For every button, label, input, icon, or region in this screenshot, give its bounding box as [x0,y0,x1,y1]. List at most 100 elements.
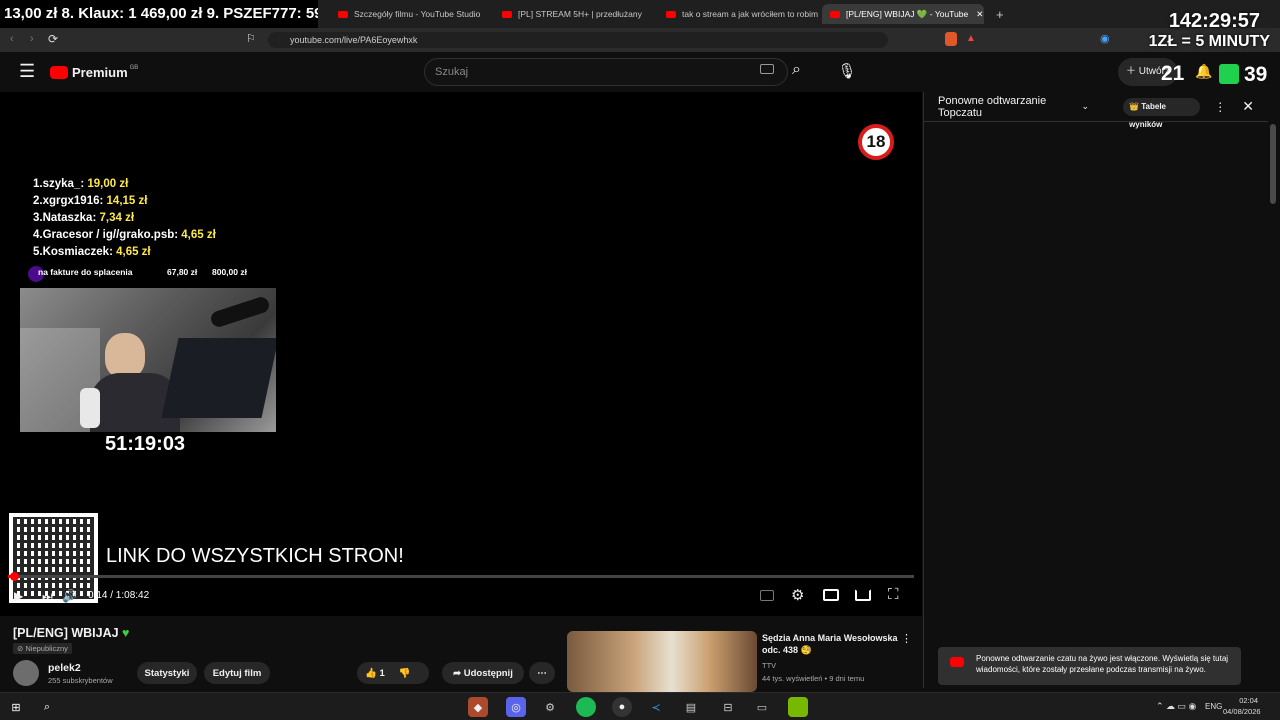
youtube-play-icon [50,66,68,79]
links-banner: LINK DO WSZYSTKICH STRON! [106,545,404,567]
progress-bar[interactable] [8,575,914,578]
tab-stream-2[interactable]: tak o stream a jak wróciłem to robim [658,4,818,24]
brave-shield-icon[interactable] [945,32,957,46]
spotify-icon[interactable] [576,697,596,717]
chat-scrollbar[interactable] [1270,124,1276,204]
brave-icon[interactable]: ◆ [468,697,488,717]
search-icon[interactable]: ⌕ [37,697,57,717]
like-count: 1 [379,667,385,679]
search-icon[interactable]: ⌕ [792,61,801,79]
youtube-icon [502,10,512,18]
subscriber-count: 255 subskrybentów [48,676,113,685]
scrubber-handle[interactable] [10,572,19,581]
youtube-icon [830,10,840,18]
leaderboard-button[interactable]: 👑 Tabele wyników [1123,97,1201,129]
leaderboard-row: 2.xgrgx1916: 14,15 zł [33,195,148,207]
terminal-icon[interactable]: ▭ [752,697,772,717]
windows-taskbar: ⊞ ⌕ ◆ ◎ ⚙ ● ≺ ▤ ⊟ ▭ ⌃ ☁ ▭ ◉ ENG 02:04 04… [0,692,1280,720]
url-field[interactable]: youtube.com/live/PA6Eoyewhxk [268,32,888,48]
more-icon[interactable]: ⋮ [901,632,912,645]
monitor [161,338,276,418]
mic-icon[interactable]: 🎙 [837,58,857,86]
next-icon[interactable]: ⏭ [42,589,53,604]
bookmark-icon[interactable]: ⚐ [246,32,256,45]
like-button[interactable]: 👍 1 👎 [357,662,429,684]
leaderboard-row: 5.Kosmiaczek: 4,65 zł [33,246,151,258]
tab-label: tak o stream a jak wróciłem to robim [682,9,818,19]
obs-icon[interactable]: ● [612,697,632,717]
app-icon-2[interactable]: ⊟ [718,697,738,717]
menu-icon[interactable]: ☰ [19,62,35,80]
goal-target: 800,00 zł [212,267,247,277]
clock-date[interactable]: 04/08/2026 [1223,707,1261,716]
chat-replay-toast: Ponowne odtwarzanie czatu na żywo jest w… [938,647,1241,685]
youtube-icon [666,10,676,18]
nvidia-icon[interactable] [788,697,808,717]
donation-goal: na fakture do splacenia 67,80 zł 800,00 … [28,266,268,282]
tab-studio[interactable]: Szczegóły filmu - YouTube Studio [330,4,490,24]
cast-icon[interactable] [855,589,871,601]
clock-time[interactable]: 02:04 [1230,696,1258,705]
tab-label: Szczegóły filmu - YouTube Studio [354,9,481,19]
avatar[interactable] [13,660,39,686]
stats-button[interactable]: Statystyki [137,662,197,684]
volume-icon[interactable]: 🔊 [62,589,77,603]
microphone [208,295,272,329]
toast-text: Ponowne odtwarzanie czatu na żywo jest w… [976,654,1229,674]
close-tab-icon[interactable]: ✕ [976,9,983,20]
settings-icon[interactable]: ⚙ [791,586,804,604]
search-placeholder: Szukaj [435,66,469,78]
stream-timer: 51:19:03 [105,433,186,455]
youtube-icon [338,10,348,18]
search-input[interactable]: Szukaj [424,58,788,86]
discord-icon[interactable]: ◎ [506,697,526,717]
audio-icon[interactable]: ◉ [1100,32,1110,45]
bell-icon[interactable]: 🔔 [1195,63,1212,80]
tab-stream[interactable]: [PL] STREAM 5H+ | przedłużany [494,4,654,24]
back-icon[interactable]: ‹ [10,33,14,45]
goal-current: 67,80 zł [167,267,198,277]
app-icon[interactable]: ▤ [681,697,701,717]
related-thumbnail[interactable] [567,631,757,692]
thumbs-down-icon[interactable]: 👎 [399,668,411,679]
windows-start-icon[interactable]: ⊞ [6,697,26,717]
keyboard-icon[interactable] [760,64,774,74]
channel-name[interactable]: pelek2 [48,662,81,674]
donation-leaderboard: 1.szyka_: 19,00 zł 2.xgrgx1916: 14,15 zł… [33,176,216,261]
more-icon[interactable]: ⋮ [1214,100,1226,114]
donation-ticker: 13,00 zł 8. Klaux: 1 469,00 zł 9. PSZEF7… [0,0,318,28]
brand-label: Premium [72,65,128,80]
tab-label: [PL/ENG] WBIJAJ 💚 - YouTube [846,8,969,19]
rewards-icon[interactable]: ▲ [966,33,976,44]
more-actions-button[interactable]: ⋯ [529,662,555,684]
related-title[interactable]: Sędzia Anna Maria Wesołowska odc. 438 🧐 [762,632,898,656]
related-channel[interactable]: TTV [762,661,776,670]
close-icon[interactable]: ✕ [1242,98,1254,115]
new-tab-button[interactable]: + [988,4,1008,24]
bottle [80,388,100,428]
chat-panel: Ponowne odtwarzanie Topczatu ⌄ 👑 Tabele … [923,92,1268,688]
fullscreen-icon[interactable]: ⛶ [888,586,899,603]
streamer-head [105,333,145,378]
overlay-count-a: 21 [1161,62,1185,85]
tray-icons[interactable]: ⌃ ☁ ▭ ◉ [1156,701,1196,712]
reload-icon[interactable]: ⟳ [48,32,58,46]
vscode-icon[interactable]: ≺ [646,697,666,717]
address-bar-row: ‹ › ⟳ ⚐ youtube.com/live/PA6Eoyewhxk ▲ ◉ [0,28,1280,52]
time-display: 0:14 / 1:08:42 [88,590,150,601]
chevron-down-icon[interactable]: ⌄ [1082,101,1090,112]
edit-video-button[interactable]: Edytuj film [204,662,270,684]
overlay-timer: 142:29:57 [1168,10,1260,32]
share-button[interactable]: ➦ Udostępnij [442,662,524,684]
chat-title[interactable]: Ponowne odtwarzanie Topczatu [938,95,1078,119]
tab-active[interactable]: [PL/ENG] WBIJAJ 💚 - YouTube ✕ [822,4,984,24]
steam-icon[interactable]: ⚙ [540,697,560,717]
captions-icon[interactable] [760,590,774,601]
forward-icon[interactable]: › [30,33,34,45]
play-icon[interactable]: ▶ [14,589,23,603]
kick-icon [1219,64,1239,84]
youtube-logo[interactable]: Premium GB [50,65,138,80]
miniplayer-icon[interactable] [823,589,839,601]
language-indicator[interactable]: ENG [1205,702,1222,711]
thumbs-up-icon: 👍 [365,667,377,679]
